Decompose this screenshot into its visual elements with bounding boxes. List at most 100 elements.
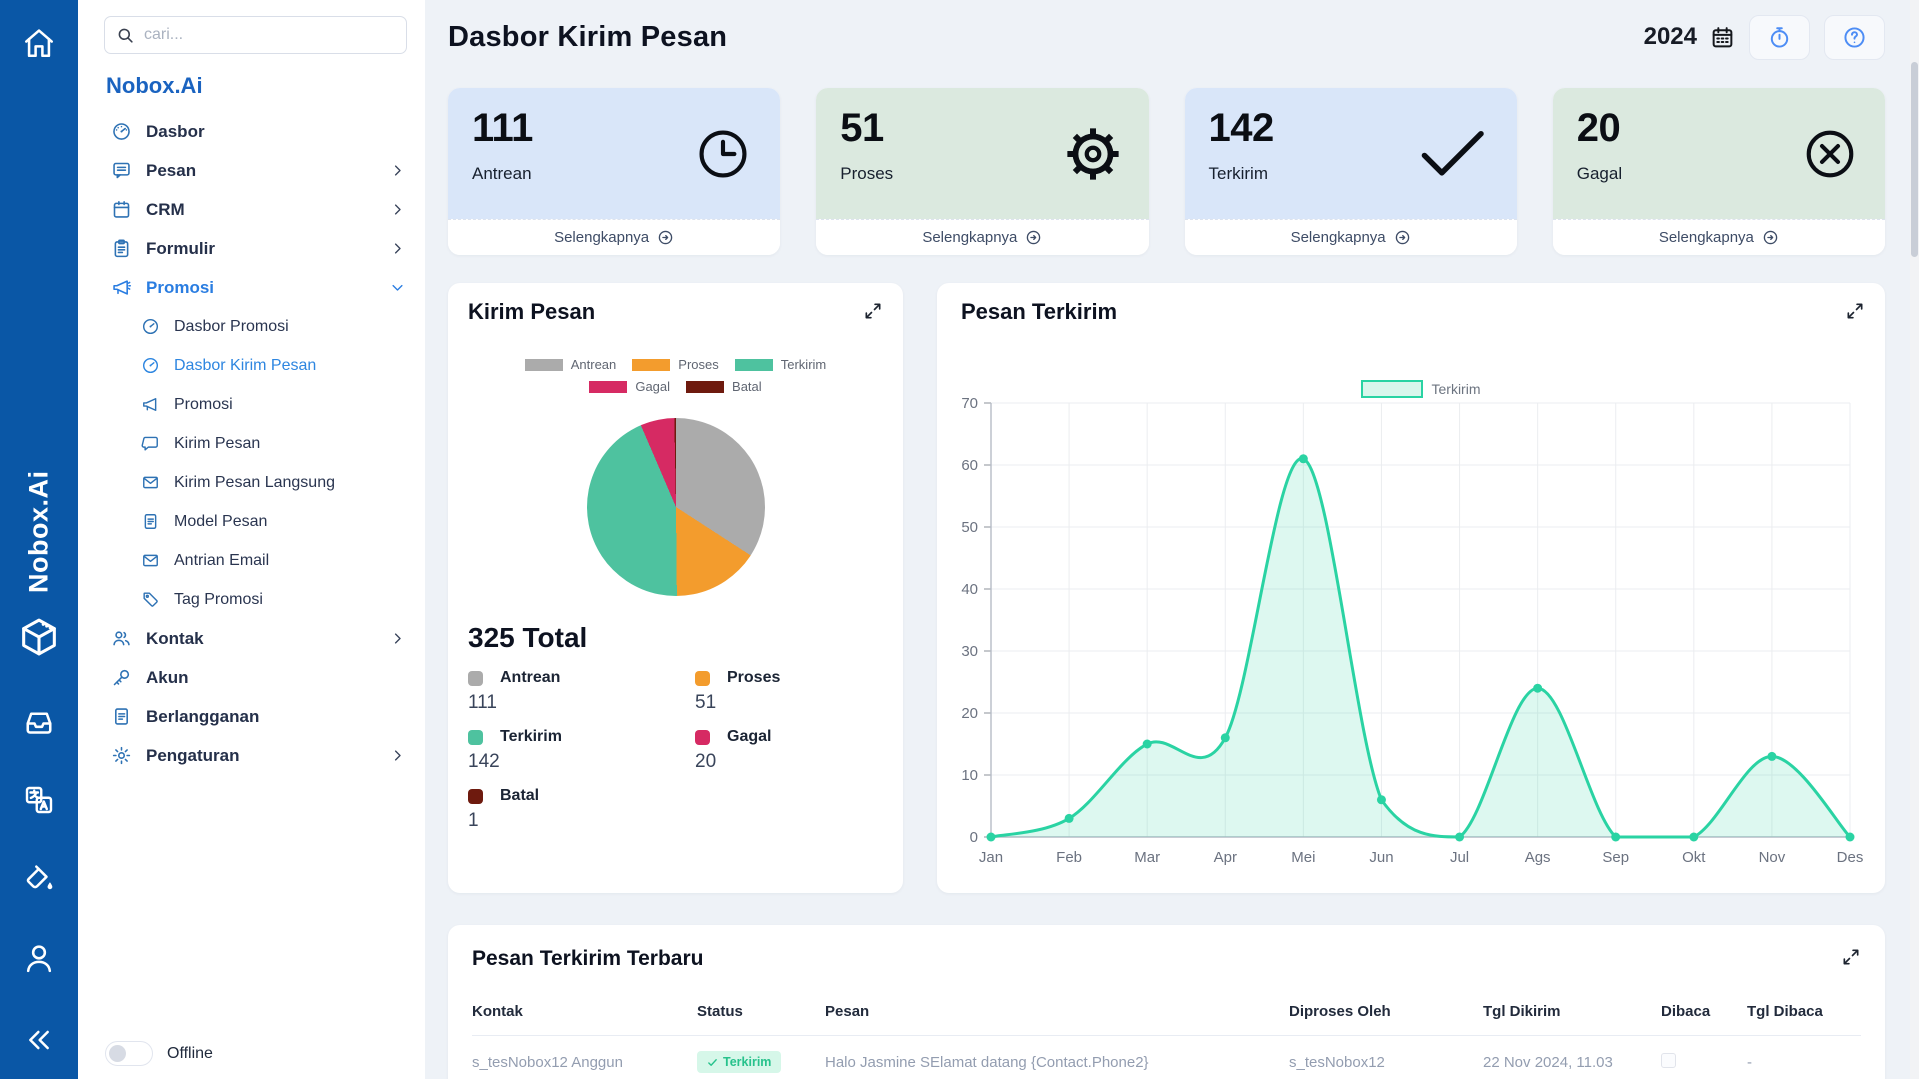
sidebar-item-label: Pesan <box>146 161 196 181</box>
megaphone-icon <box>111 277 132 298</box>
legend-item: Batal <box>686 379 762 394</box>
y-tick-label: 40 <box>961 581 978 598</box>
user-icon[interactable] <box>21 940 57 976</box>
clock-icon <box>692 123 754 185</box>
legend-swatch <box>735 359 773 371</box>
sidebar-subitem-dasbor-kirim-pesan[interactable]: Dasbor Kirim Pesan <box>78 346 425 385</box>
stat-more-link[interactable]: Selengkapnya <box>1553 219 1885 255</box>
sidebar-subitem-model-pesan[interactable]: Model Pesan <box>78 502 425 541</box>
data-point <box>1846 833 1855 842</box>
offline-toggle[interactable] <box>105 1041 153 1066</box>
sidebar-subitem-dasbor-promosi[interactable]: Dasbor Promosi <box>78 307 425 346</box>
breakdown-antrean: Antrean 111 <box>468 669 695 714</box>
rail-brand-vertical: Nobox.Ai <box>24 428 55 593</box>
sidebar-item-akun[interactable]: Akun <box>78 658 425 697</box>
data-point <box>1689 833 1698 842</box>
collapse-sidebar-icon[interactable] <box>23 1024 55 1056</box>
y-tick-label: 50 <box>961 519 978 536</box>
message-icon <box>111 160 132 181</box>
data-point <box>1143 740 1152 749</box>
legend-swatch <box>695 671 710 686</box>
inbox-icon[interactable] <box>21 704 57 740</box>
stat-more-link[interactable]: Selengkapnya <box>816 219 1148 255</box>
legend-item: Gagal <box>589 379 670 394</box>
sidebar-subitem-antrian-email[interactable]: Antrian Email <box>78 541 425 580</box>
page-title: Dasbor Kirim Pesan <box>448 21 727 54</box>
sidebar-item-crm[interactable]: CRM <box>78 190 425 229</box>
x-circle-icon <box>1801 125 1859 183</box>
kirim-pesan-card: Kirim Pesan Antrean Proses Terkirim Gaga… <box>448 283 903 893</box>
page-scrollbar[interactable] <box>1910 0 1919 1079</box>
data-point <box>987 833 996 842</box>
help-button[interactable] <box>1824 15 1885 60</box>
sidebar-item-label: Model Pesan <box>174 513 267 531</box>
sidebar-subitem-tag-promosi[interactable]: Tag Promosi <box>78 580 425 619</box>
stat-more-link[interactable]: Selengkapnya <box>448 219 780 255</box>
sidebar-item-promosi[interactable]: Promosi <box>78 268 425 307</box>
offline-label: Offline <box>167 1045 213 1063</box>
toggle-knob <box>109 1045 126 1062</box>
timer-button[interactable] <box>1749 15 1810 60</box>
card-title: Pesan Terkirim <box>961 299 1117 325</box>
crm-icon <box>111 199 132 220</box>
cell-status: Terkirim <box>697 1051 825 1073</box>
expand-icon[interactable] <box>1841 947 1861 967</box>
header-controls: 2024 <box>1644 15 1885 60</box>
breakdown-label: Batal <box>500 787 539 805</box>
x-tick-label: Des <box>1837 849 1864 866</box>
nobox-logo-icon[interactable] <box>16 614 62 660</box>
sidebar-item-label: Tag Promosi <box>174 591 263 609</box>
stat-more-link[interactable]: Selengkapnya <box>1185 219 1517 255</box>
legend-label: Gagal <box>635 379 670 394</box>
more-label: Selengkapnya <box>922 229 1017 246</box>
clipboard-icon <box>111 238 132 259</box>
sidebar-item-formulir[interactable]: Formulir <box>78 229 425 268</box>
sidebar-subitem-promosi[interactable]: Promosi <box>78 385 425 424</box>
table-header: Kontak Status Pesan Diproses Oleh Tgl Di… <box>472 1003 1861 1036</box>
scrollbar-thumb[interactable] <box>1911 62 1918 257</box>
sidebar-item-dasbor[interactable]: Dasbor <box>78 112 425 151</box>
legend-item: Proses <box>632 357 718 372</box>
sidebar-item-label: Antrian Email <box>174 552 269 570</box>
pie-breakdown: Antrean 111 Proses 51 Terkirim 142 Gagal… <box>468 669 883 832</box>
search-icon <box>116 26 135 45</box>
paint-icon[interactable] <box>21 860 57 896</box>
more-label: Selengkapnya <box>1659 229 1754 246</box>
arrow-right-circle-icon <box>1762 229 1779 246</box>
stat-card-body: 111 Antrean <box>448 88 780 219</box>
legend-label: Batal <box>732 379 762 394</box>
stat-card-body: 51 Proses <box>816 88 1148 219</box>
table-row: s_tesNobox12 Anggun Terkirim Halo Jasmin… <box>472 1036 1861 1079</box>
legend-label: Terkirim <box>1432 381 1481 397</box>
check-icon <box>707 1057 718 1068</box>
stat-card-gagal: 20 Gagal Selengkapnya <box>1553 88 1885 255</box>
sidebar-item-label: Formulir <box>146 239 215 259</box>
year-picker[interactable]: 2024 <box>1644 23 1735 51</box>
speedometer-icon <box>111 121 132 142</box>
chevron-right-icon <box>390 748 405 763</box>
sidebar-item-label: Kirim Pesan <box>174 435 260 453</box>
envelope-icon <box>141 473 160 492</box>
x-tick-label: Jul <box>1450 849 1469 866</box>
breakdown-gagal: Gagal 20 <box>695 728 883 773</box>
sidebar-item-pesan[interactable]: Pesan <box>78 151 425 190</box>
more-label: Selengkapnya <box>554 229 649 246</box>
sidebar-item-pengaturan[interactable]: Pengaturan <box>78 736 425 775</box>
breakdown-value: 111 <box>468 692 695 714</box>
legend-item: Terkirim <box>735 357 827 372</box>
home-icon[interactable] <box>22 26 56 60</box>
data-point <box>1377 795 1386 804</box>
search-input[interactable] <box>144 26 395 44</box>
data-point <box>1455 833 1464 842</box>
breakdown-label: Antrean <box>500 669 560 687</box>
status-badge: Terkirim <box>697 1051 781 1073</box>
dibaca-checkbox[interactable] <box>1661 1053 1676 1068</box>
chevron-right-icon <box>390 163 405 178</box>
sidebar-item-berlangganan[interactable]: Berlangganan <box>78 697 425 736</box>
breakdown-value: 20 <box>695 751 883 773</box>
sidebar-subitem-kirim-pesan[interactable]: Kirim Pesan <box>78 424 425 463</box>
sidebar-item-kontak[interactable]: Kontak <box>78 619 425 658</box>
translate-icon[interactable] <box>21 782 57 818</box>
expand-icon[interactable] <box>863 301 883 321</box>
sidebar-subitem-kirim-pesan-langsung[interactable]: Kirim Pesan Langsung <box>78 463 425 502</box>
